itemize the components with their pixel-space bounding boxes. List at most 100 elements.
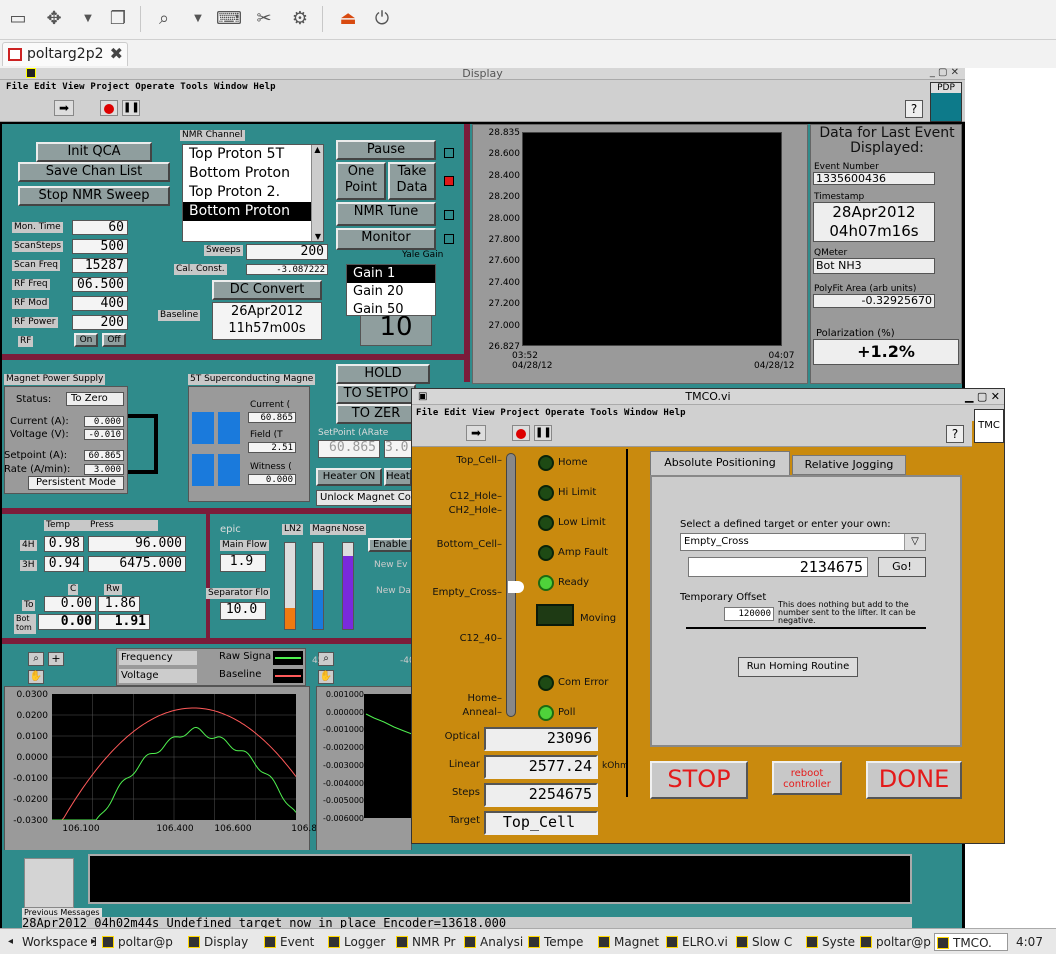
taskbar-item[interactable]: Slow C (734, 933, 802, 951)
stop-icon[interactable] (100, 100, 118, 116)
taskbar-item[interactable]: Magnet (596, 933, 662, 951)
nmr-channel-item[interactable]: Bottom Proton (183, 164, 323, 183)
rf-on-button[interactable]: On (74, 333, 98, 347)
chevron-down-icon[interactable]: ▼ (76, 8, 100, 30)
zoom-icon[interactable]: ⌕ (152, 8, 176, 30)
reboot-controller-button[interactable]: reboot controller (772, 761, 842, 795)
heater-button-2[interactable]: Heat (384, 468, 412, 486)
taskbar-item[interactable]: Event (262, 933, 324, 951)
tmco-window-controls[interactable]: ▁ ▢ ✕ (965, 389, 1000, 404)
sc-current-value: 60.865 (248, 412, 296, 423)
run-arrow-icon[interactable]: ➡ (54, 100, 74, 116)
taskbar-item[interactable]: Logger (326, 933, 392, 951)
to-setpoint-button[interactable]: TO SETPO (336, 384, 416, 404)
gain-item-selected[interactable]: Gain 1 (347, 265, 435, 283)
stop-icon[interactable] (512, 425, 530, 441)
close-icon[interactable]: ✖ (110, 43, 123, 65)
magnet-rate-value[interactable]: 3.000 (84, 464, 124, 475)
tab-poltarg2p2[interactable]: poltarg2p2 ✖ (2, 42, 128, 66)
nmr-tune-button[interactable]: NMR Tune (336, 202, 436, 226)
gain-item[interactable]: Gain 20 (347, 283, 435, 301)
save-chan-list-button[interactable]: Save Chan List (18, 162, 170, 182)
done-button[interactable]: DONE (866, 761, 962, 799)
help-icon[interactable]: ? (905, 100, 923, 118)
sc-setpoint-value[interactable]: 60.865 (318, 440, 380, 458)
window-controls[interactable]: _ ▢ ✕ (930, 67, 959, 79)
monitor-button[interactable]: Monitor (336, 228, 436, 250)
taskbar-item[interactable]: Display (186, 933, 260, 951)
pause-icon[interactable]: ❚❚ (122, 100, 140, 116)
unlock-magnet-button[interactable]: Unlock Magnet Co (316, 490, 412, 506)
help-icon[interactable]: ? (946, 425, 964, 443)
bot-c: 0.00 (38, 614, 96, 630)
plug-icon[interactable]: ⏻ (370, 8, 394, 30)
rf-off-button[interactable]: Off (102, 333, 126, 347)
workspace-switcher[interactable]: ◂ Workspace 1 ▸ (4, 933, 96, 951)
chevron-down-icon[interactable]: ▽ (904, 534, 925, 550)
taskbar-item[interactable]: Analysi (462, 933, 524, 951)
cal-const-value[interactable]: -3.087222 (246, 264, 328, 275)
stop-nmr-sweep-button[interactable]: Stop NMR Sweep (18, 186, 170, 206)
copy-icon[interactable]: ❐ (106, 8, 130, 30)
run-homing-button[interactable]: Run Homing Routine (738, 657, 858, 677)
chart-y-tick: 27.400 (488, 277, 521, 288)
window-menu-icon[interactable]: ▣ (418, 389, 427, 404)
taskbar-item[interactable]: Tempe (526, 933, 594, 951)
position-slider-thumb[interactable] (508, 581, 524, 593)
upload-icon[interactable]: ⏏ (336, 8, 360, 30)
stop-button[interactable]: STOP (650, 761, 748, 799)
target-dropdown[interactable]: Empty_Cross (680, 533, 926, 551)
nmr-channel-item-selected[interactable]: Bottom Proton (183, 202, 323, 221)
hand-tool-icon-2[interactable]: ✋ (318, 670, 334, 684)
param-value[interactable]: 06.500 (72, 277, 128, 292)
tab-relative-jogging[interactable]: Relative Jogging (792, 455, 906, 475)
list-scrollbar[interactable]: ▲ ▼ (311, 145, 323, 241)
hold-button[interactable]: HOLD (336, 364, 430, 384)
dc-convert-button[interactable]: DC Convert (212, 280, 322, 300)
sweeps-value[interactable]: 200 (246, 244, 328, 260)
hand-tool-icon[interactable]: ✋ (28, 670, 44, 684)
gain-item[interactable]: Gain 50 (347, 301, 435, 315)
gear-icon[interactable]: ⚙ (288, 8, 312, 30)
taskbar-item[interactable]: poltar@p (858, 933, 932, 951)
go-button[interactable]: Go! (878, 557, 926, 577)
tab-absolute-positioning[interactable]: Absolute Positioning (650, 451, 790, 475)
move-icon[interactable]: ✥ (42, 8, 66, 30)
zoom-tool-icon[interactable]: ⌕ (28, 652, 44, 666)
heater-on-button[interactable]: Heater ON (316, 468, 382, 486)
one-point-button[interactable]: One Point (336, 162, 386, 200)
take-data-button[interactable]: Take Data (388, 162, 436, 200)
keyboard-icon[interactable]: ⌨ (216, 8, 242, 30)
param-value[interactable]: 15287 (72, 258, 128, 273)
param-value[interactable]: 60 (72, 220, 128, 235)
crosshair-tool-icon[interactable]: + (48, 652, 64, 666)
display-menu[interactable]: File Edit View Project Operate Tools Win… (6, 82, 276, 92)
param-value[interactable]: 500 (72, 239, 128, 254)
run-arrow-icon[interactable]: ➡ (466, 425, 486, 441)
taskbar-item[interactable]: ELRO.vi (664, 933, 732, 951)
pause-icon[interactable]: ❚❚ (534, 425, 552, 441)
magnet-setpoint-value[interactable]: 60.865 (84, 450, 124, 461)
nmr-channel-item[interactable]: Top Proton 5T (183, 145, 323, 164)
taskbar-item[interactable]: Syste (804, 933, 856, 951)
param-value[interactable]: 200 (72, 315, 128, 330)
persistent-mode-value[interactable]: Persistent Mode (28, 476, 124, 490)
sc-rate-value[interactable]: 3.0 (384, 440, 412, 458)
chevron-down-icon-2[interactable]: ▼ (186, 8, 210, 30)
target-value-input[interactable]: 2134675 (688, 557, 868, 577)
tmco-menu[interactable]: File Edit View Project Operate Tools Win… (416, 408, 686, 418)
nmr-channel-item[interactable]: Top Proton 2. (183, 183, 323, 202)
nmr-channel-list[interactable]: Top Proton 5T Bottom Proton Top Proton 2… (182, 144, 324, 242)
tools-icon[interactable]: ✂ (252, 8, 276, 30)
taskbar-item[interactable]: TMCO. (934, 933, 1008, 951)
taskbar-item[interactable]: poltar@p (100, 933, 184, 951)
init-qca-button[interactable]: Init QCA (36, 142, 152, 162)
temporary-offset-input[interactable]: 120000 (724, 607, 774, 621)
yale-gain-list[interactable]: Gain 1 Gain 20 Gain 50 (346, 264, 436, 316)
to-zero-button[interactable]: TO ZER (336, 404, 416, 424)
param-value[interactable]: 400 (72, 296, 128, 311)
window-icon[interactable]: ▭ (6, 8, 30, 30)
taskbar-item[interactable]: NMR Pr (394, 933, 460, 951)
pause-button[interactable]: Pause (336, 140, 436, 160)
enable-button[interactable]: Enable (368, 538, 412, 552)
